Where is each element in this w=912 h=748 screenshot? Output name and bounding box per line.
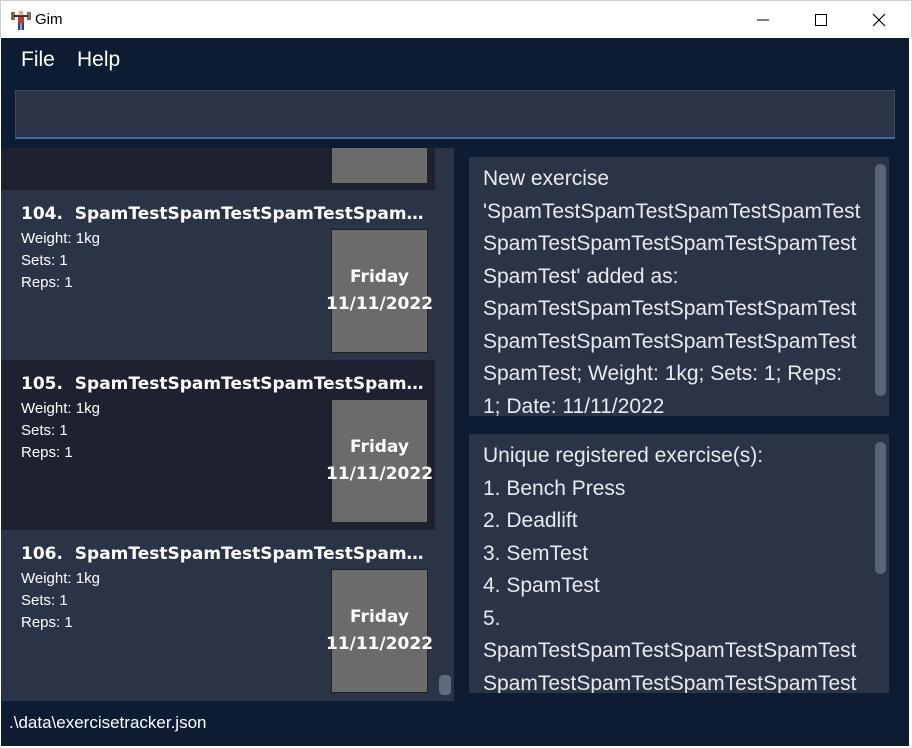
menu-bar: File Help	[1, 38, 909, 82]
exercise-date: 11/11/2022	[325, 464, 434, 484]
exercise-sets: Sets: 1	[21, 252, 68, 269]
exercise-title: 105. SpamTestSpamTestSpamTestSpamTe...	[21, 374, 431, 394]
menu-file[interactable]: File	[21, 48, 55, 72]
date-box	[331, 148, 428, 184]
exercise-card[interactable]: 105. SpamTestSpamTestSpamTestSpamTe... W…	[1, 360, 435, 530]
exercise-card[interactable]: 106. SpamTestSpamTestSpamTestSpamTe... W…	[1, 530, 435, 701]
close-button[interactable]	[850, 1, 908, 39]
exercise-sets: Sets: 1	[21, 422, 68, 439]
exercise-index: 104.	[21, 204, 63, 224]
exercise-reps: Reps: 1	[21, 274, 73, 291]
exercise-title: 104. SpamTestSpamTestSpamTestSpamTe...	[21, 204, 431, 224]
exercise-day: Friday	[350, 607, 409, 627]
exercise-weight: Weight: 1kg	[21, 230, 100, 247]
registered-exercises-text: Unique registered exercise(s): 1. Bench …	[483, 444, 857, 693]
list-scrollbar-thumb[interactable]	[439, 675, 451, 695]
app-window: File Help 104. SpamTestSpamTestSpamTestS…	[1, 38, 909, 746]
maximize-button[interactable]	[792, 1, 850, 39]
exercise-card[interactable]: 104. SpamTestSpamTestSpamTestSpamTe... W…	[1, 190, 435, 360]
exercise-day: Friday	[350, 267, 409, 287]
menu-help[interactable]: Help	[77, 48, 120, 72]
minimize-icon	[757, 19, 769, 21]
exercise-name: SpamTestSpamTestSpamTestSpamTe...	[74, 544, 431, 564]
exercise-date: 11/11/2022	[325, 634, 434, 654]
window-title: Gim	[35, 11, 63, 28]
exercise-title: 106. SpamTestSpamTestSpamTestSpamTe...	[21, 544, 431, 564]
date-box: Friday 11/11/2022	[326, 229, 433, 353]
exercise-date: 11/11/2022	[325, 294, 434, 314]
maximize-icon	[815, 14, 827, 26]
result-display[interactable]: New exercise 'SpamTestSpamTestSpamTestSp…	[469, 157, 889, 416]
exercise-index: 106.	[21, 544, 63, 564]
exercise-day: Friday	[350, 437, 409, 457]
exercise-name: SpamTestSpamTestSpamTestSpamTe...	[74, 374, 431, 394]
exercise-list-panel[interactable]: 104. SpamTestSpamTestSpamTestSpamTe... W…	[1, 148, 454, 701]
minimize-button[interactable]	[734, 1, 792, 39]
result-text: New exercise 'SpamTestSpamTestSpamTestSp…	[483, 167, 861, 416]
command-input[interactable]	[15, 90, 895, 139]
exercise-sets: Sets: 1	[21, 592, 68, 609]
registered-scrollbar-thumb[interactable]	[875, 442, 886, 574]
window-titlebar: Gim	[0, 0, 912, 38]
exercise-reps: Reps: 1	[21, 614, 73, 631]
date-box: Friday 11/11/2022	[326, 399, 433, 523]
result-scrollbar-thumb[interactable]	[875, 164, 886, 396]
list-scrollbar[interactable]	[435, 148, 454, 701]
exercise-weight: Weight: 1kg	[21, 570, 100, 587]
exercise-reps: Reps: 1	[21, 444, 73, 461]
exercise-weight: Weight: 1kg	[21, 400, 100, 417]
exercise-index: 105.	[21, 374, 63, 394]
status-bar: .\data\exercisetracker.json	[1, 702, 909, 746]
exercise-name: SpamTestSpamTestSpamTestSpamTe...	[74, 204, 431, 224]
exercise-card-partial[interactable]	[1, 148, 435, 190]
registered-exercises-display[interactable]: Unique registered exercise(s): 1. Bench …	[469, 434, 889, 693]
status-file-path: .\data\exercisetracker.json	[9, 713, 207, 732]
close-icon	[872, 13, 886, 27]
dumbbell-person-icon	[11, 10, 31, 30]
date-box: Friday 11/11/2022	[326, 569, 433, 693]
